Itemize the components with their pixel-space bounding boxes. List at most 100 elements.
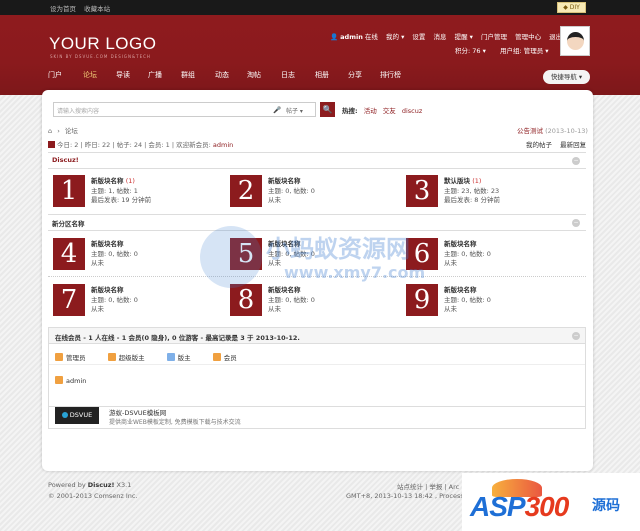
- category-title[interactable]: 新分区名称: [52, 218, 85, 228]
- nav-guide[interactable]: 导读: [116, 70, 130, 80]
- nav-forum[interactable]: 论坛: [83, 70, 97, 80]
- collapse-icon[interactable]: −: [572, 332, 580, 340]
- forum-name[interactable]: 新版块名称: [444, 240, 477, 248]
- nav-blog[interactable]: 日志: [281, 70, 295, 80]
- new-member-link[interactable]: admin: [213, 141, 233, 149]
- forum-name[interactable]: 新版块名称: [91, 177, 124, 185]
- usergroup-menu[interactable]: 用户组: 管理员 ▾: [500, 47, 549, 55]
- partner-title[interactable]: 游蚁-DSVUE模板网: [109, 407, 166, 417]
- forum-number-icon[interactable]: 1: [53, 175, 85, 207]
- messages-link[interactable]: 消息: [434, 33, 447, 41]
- admin-center-link[interactable]: 管理中心: [515, 33, 541, 41]
- search-type-select[interactable]: 帖子 ▾: [286, 106, 303, 115]
- forum-last-post[interactable]: 最后发表: 8 分钟前: [444, 194, 500, 204]
- forum-card[interactable]: 5 新版块名称 主题: 0, 帖数: 0 从未: [230, 238, 400, 278]
- username-link[interactable]: admin: [340, 33, 363, 41]
- forum-card[interactable]: 6 新版块名称 主题: 0, 帖数: 0 从未: [406, 238, 576, 278]
- partner-logo-dot-icon: [61, 412, 68, 418]
- forum-card[interactable]: 8 新版块名称 主题: 0, 帖数: 0 从未: [230, 284, 400, 324]
- forum-number-icon[interactable]: 5: [230, 238, 262, 270]
- announcement-title[interactable]: 公告测试: [517, 127, 543, 135]
- nav-broadcast[interactable]: 广播: [148, 70, 162, 80]
- search-input[interactable]: 请输入搜索内容 🎤 帖子 ▾: [53, 102, 316, 117]
- avatar[interactable]: [560, 26, 590, 56]
- forum-number-icon[interactable]: 9: [406, 284, 438, 316]
- forum-number-icon[interactable]: 7: [53, 284, 85, 316]
- forum-number-icon[interactable]: 4: [53, 238, 85, 270]
- asp300-number: 300: [524, 491, 570, 522]
- hot-search-item[interactable]: 交友: [383, 107, 396, 115]
- online-status[interactable]: 在线: [365, 33, 378, 41]
- reminders-menu[interactable]: 提醒 ▾: [455, 33, 473, 41]
- online-username[interactable]: admin: [66, 377, 86, 385]
- legend-label: 超级版主: [118, 354, 145, 362]
- discuz-link[interactable]: Discuz!: [88, 481, 115, 489]
- microphone-icon[interactable]: 🎤: [273, 106, 281, 114]
- forum-name[interactable]: 默认版块: [444, 177, 470, 185]
- forum-number-icon[interactable]: 3: [406, 175, 438, 207]
- legend-label: 版主: [177, 354, 191, 362]
- latest-replies-link[interactable]: 最新回复: [560, 141, 586, 149]
- friend-link-panel: DSVUE 游蚁-DSVUE模板网 提供商业WEB模板定制, 免费模板下载与技术…: [48, 403, 586, 429]
- forum-card[interactable]: 3 默认版块 (1) 主题: 23, 帖数: 23 最后发表: 8 分钟前: [406, 175, 576, 215]
- forum-name[interactable]: 新版块名称: [268, 240, 301, 248]
- forum-card[interactable]: 4 新版块名称 主题: 0, 帖数: 0 从未: [53, 238, 223, 278]
- hot-search-item[interactable]: discuz: [402, 107, 422, 115]
- home-icon[interactable]: ⌂: [48, 127, 52, 135]
- online-title[interactable]: 在线会员 - 1 人在线 - 1 会员(0 隐身), 0 位游客 - 最高记录是…: [55, 332, 300, 342]
- footer-time: GMT+8, 2013-10-13 18:42 , Processe: [346, 492, 468, 500]
- collapse-icon[interactable]: −: [572, 219, 580, 227]
- asp300-text: ASP: [470, 491, 526, 522]
- site-logo[interactable]: YOUR LOGO: [49, 34, 156, 54]
- forum-name[interactable]: 新版块名称: [444, 286, 477, 294]
- nav-groups[interactable]: 群组: [181, 70, 195, 80]
- forum-card[interactable]: 2 新版块名称 主题: 0, 帖数: 0 从未: [230, 175, 400, 215]
- forum-name[interactable]: 新版块名称: [268, 177, 301, 185]
- forum-card[interactable]: 1 新版块名称 (1) 主题: 1, 帖数: 1 最后发表: 19 分钟前: [53, 175, 223, 215]
- footer-links[interactable]: 站点统计 | 举报 | Arc: [397, 481, 459, 491]
- hot-search-item[interactable]: 活动: [364, 107, 377, 115]
- breadcrumb-forum[interactable]: 论坛: [65, 127, 78, 135]
- nav-feed[interactable]: 动态: [215, 70, 229, 80]
- search-button[interactable]: 🔍: [320, 102, 335, 117]
- forum-last-post: 从未: [91, 305, 104, 313]
- portal-admin-link[interactable]: 门户管理: [481, 33, 507, 41]
- nav-share[interactable]: 分享: [348, 70, 362, 80]
- forum-number-icon[interactable]: 6: [406, 238, 438, 270]
- nav-album[interactable]: 相册: [315, 70, 329, 80]
- forum-card[interactable]: 9 新版块名称 主题: 0, 帖数: 0 从未: [406, 284, 576, 324]
- online-user[interactable]: admin: [55, 376, 86, 385]
- forum-name[interactable]: 新版块名称: [91, 240, 124, 248]
- partner-logo[interactable]: DSVUE: [55, 407, 99, 424]
- user-menu: 👤 admin 在线 我的 ▾ 设置 消息 提醒 ▾ 门户管理 管理中心 退出: [330, 31, 562, 41]
- set-home-link[interactable]: 设为首页: [50, 5, 76, 13]
- settings-link[interactable]: 设置: [412, 33, 425, 41]
- my-menu[interactable]: 我的 ▾: [386, 33, 404, 41]
- my-posts-link[interactable]: 我的帖子: [526, 141, 552, 149]
- nav-collection[interactable]: 淘帖: [247, 70, 261, 80]
- announcement[interactable]: 公告测试 (2013-10-13): [517, 125, 588, 135]
- super-moderator-icon: [107, 353, 116, 361]
- forum-name[interactable]: 新版块名称: [91, 286, 124, 294]
- quick-nav-button[interactable]: 快捷导航 ▾: [543, 70, 590, 84]
- divider: [48, 152, 586, 153]
- divider: [49, 364, 585, 365]
- forum-last-post: 从未: [268, 305, 281, 313]
- diy-button[interactable]: ◆ DIY: [557, 2, 586, 13]
- forum-number-icon[interactable]: 2: [230, 175, 262, 207]
- favorite-link[interactable]: 收藏本站: [84, 5, 110, 13]
- logo-slogan: SKIN BY DSVUE.COM DESIGN&TECH: [50, 54, 151, 59]
- avatar-face-icon: [567, 32, 584, 50]
- forum-card[interactable]: 7 新版块名称 主题: 0, 帖数: 0 从未: [53, 284, 223, 324]
- forum-number-icon[interactable]: 8: [230, 284, 262, 316]
- nav-ranking[interactable]: 排行榜: [380, 70, 401, 80]
- forum-last-post[interactable]: 最后发表: 19 分钟前: [91, 194, 151, 204]
- collapse-icon[interactable]: −: [572, 157, 580, 165]
- user-points: 积分: 76 ▾ 用户组: 管理员 ▾: [455, 45, 549, 55]
- forum-last-post: 从未: [268, 196, 281, 204]
- forum-name[interactable]: 新版块名称: [268, 286, 301, 294]
- nav-portal[interactable]: 门户: [48, 70, 62, 80]
- points-menu[interactable]: 积分: 76 ▾: [455, 47, 486, 55]
- admin-user-icon: [55, 376, 63, 384]
- category-title[interactable]: Discuz!: [52, 156, 79, 164]
